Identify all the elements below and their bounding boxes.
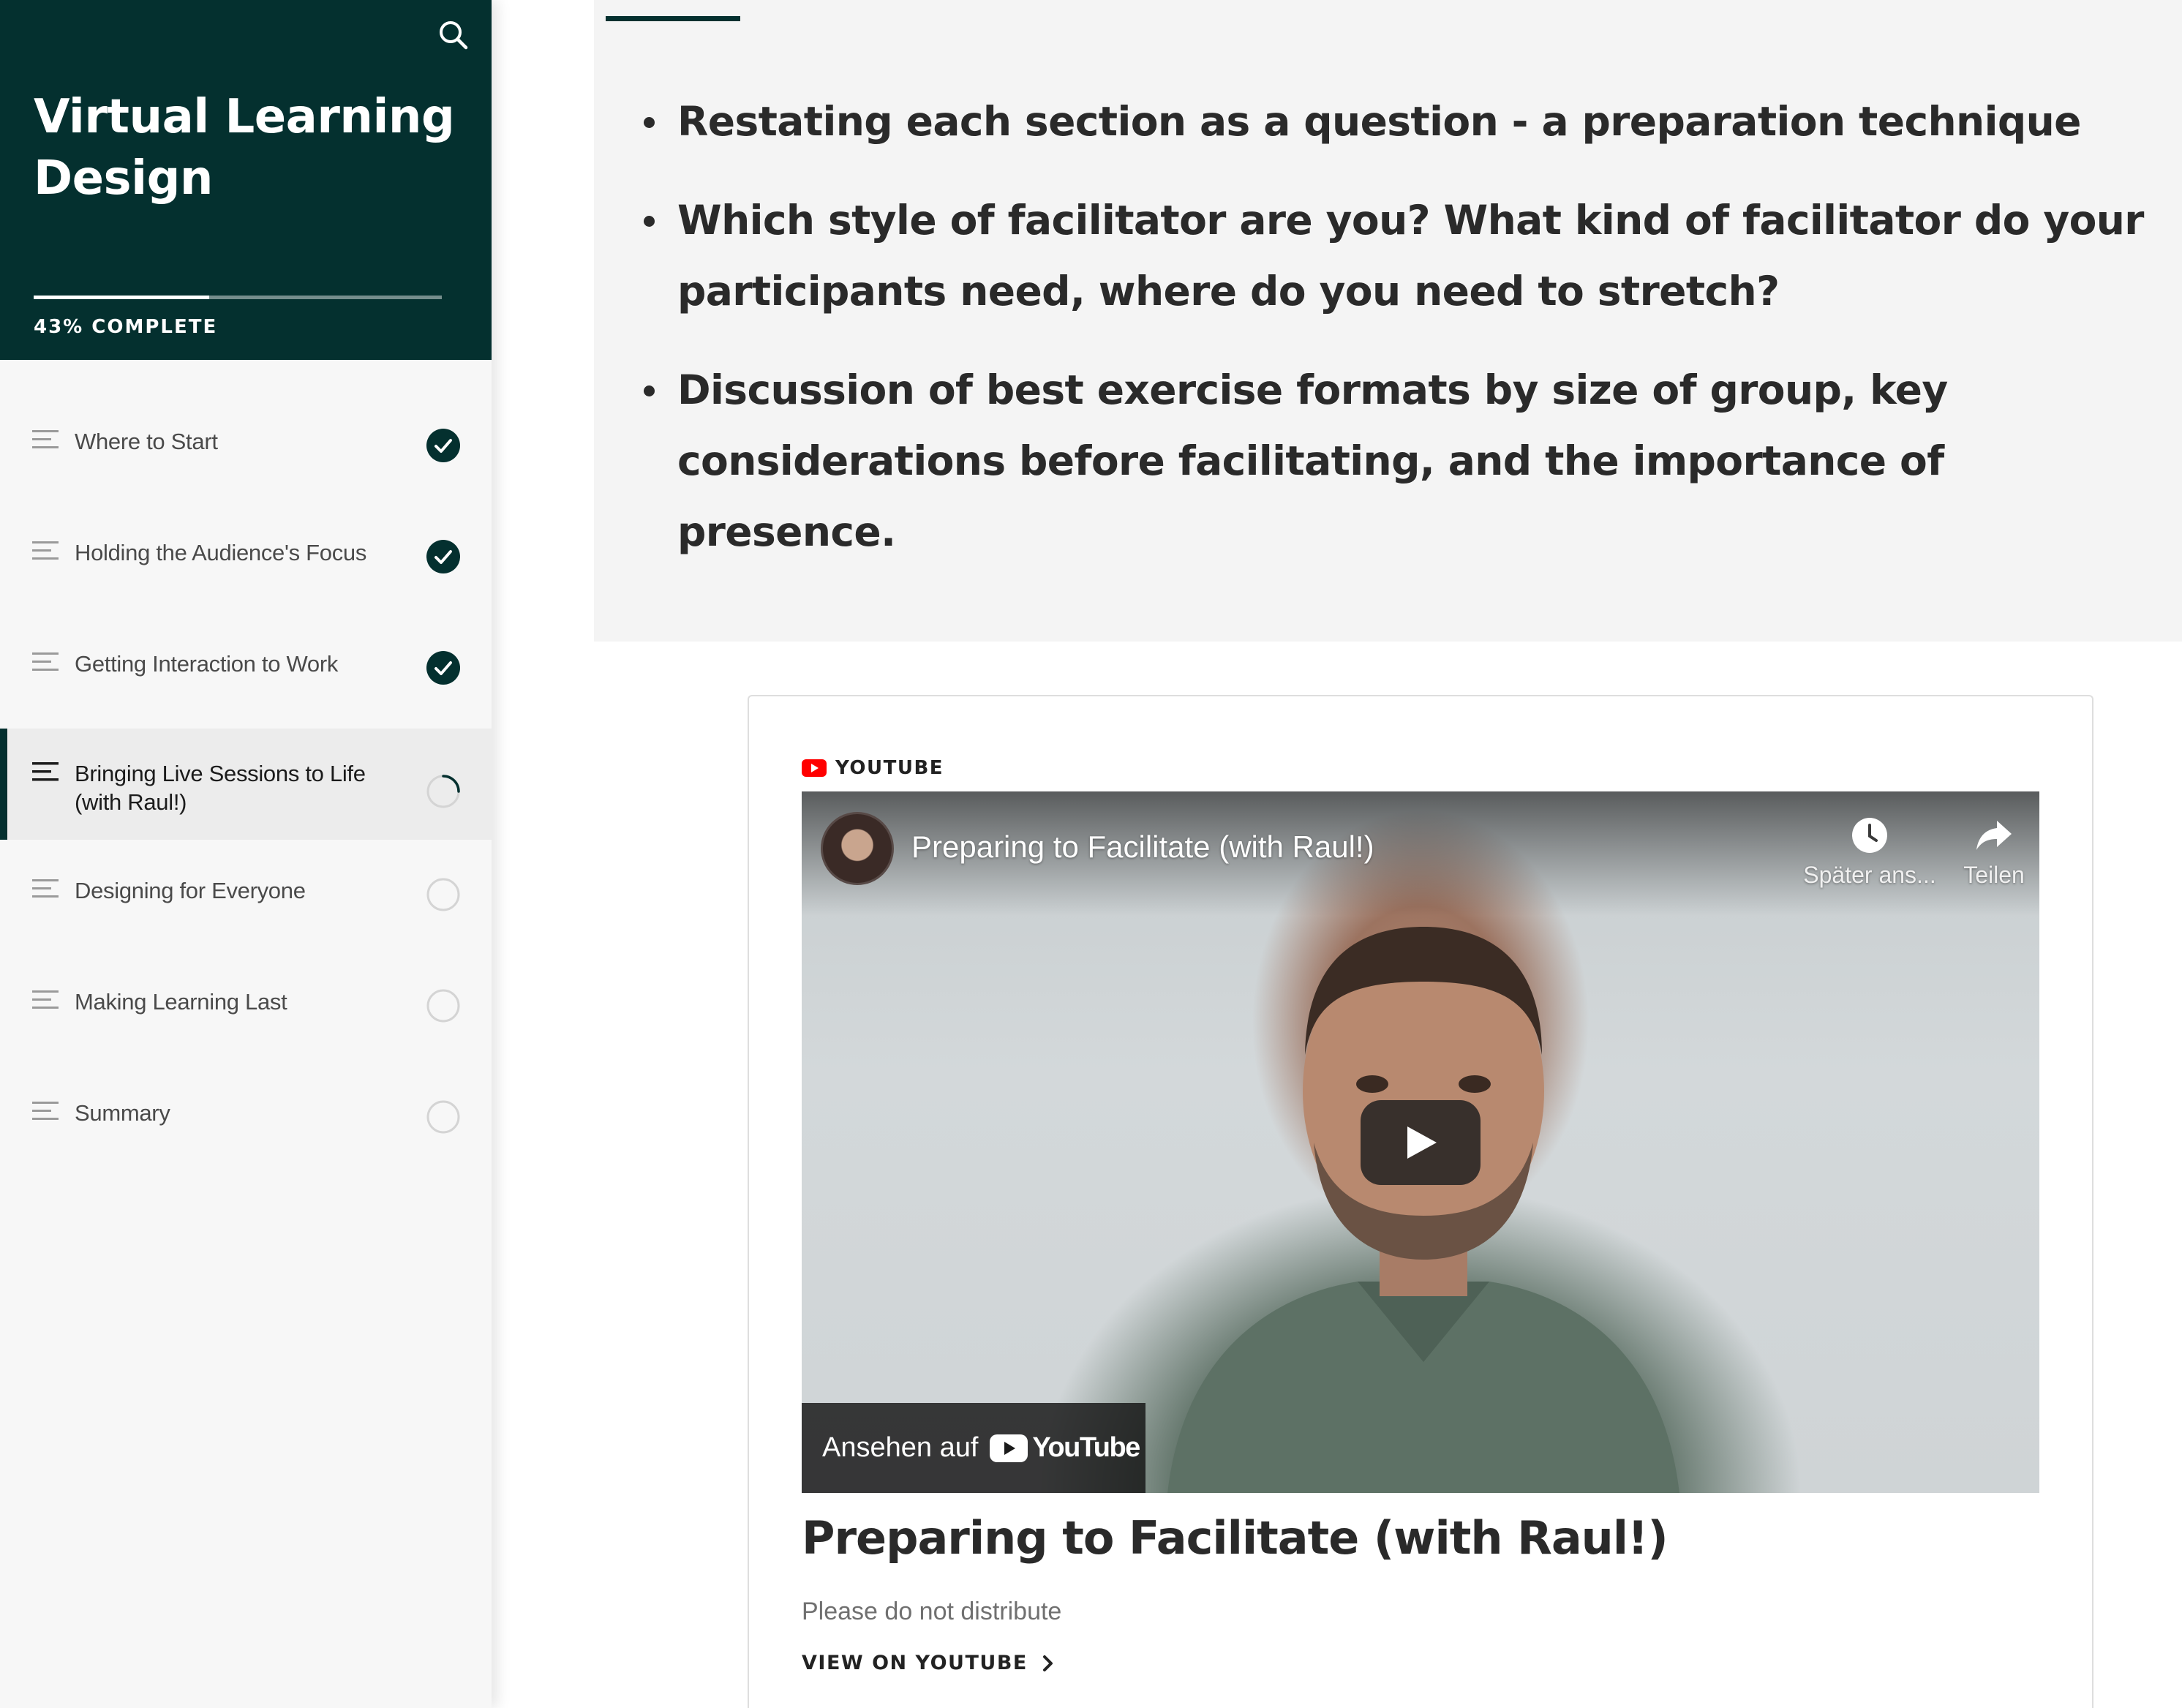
lines-icon [32, 1102, 59, 1120]
youtube-embed-card: YOUTUBE Preparing to Facilitate (with Ra… [748, 695, 2093, 1708]
course-progress-bar [34, 296, 442, 299]
watch-later-label: Später ans... [1803, 862, 1936, 888]
channel-avatar[interactable] [821, 812, 894, 885]
lines-icon [32, 652, 59, 671]
clock-icon [1852, 818, 1887, 853]
sidebar-item-label: Bringing Live Sessions to Life (with Rau… [75, 761, 366, 815]
embed-description: Please do not distribute [802, 1598, 1062, 1625]
provider-label: YOUTUBE [835, 757, 944, 779]
empty-circle-icon [426, 1100, 460, 1134]
play-icon [1361, 1100, 1481, 1185]
lesson-content: Restating each section as a question - a… [492, 0, 2182, 1708]
youtube-play-logo-icon [990, 1434, 1028, 1462]
lines-icon [32, 541, 59, 560]
youtube-icon [802, 759, 827, 777]
check-circle-icon [426, 651, 460, 685]
watch-later-button[interactable]: Später ans... [1797, 815, 1943, 903]
sidebar-item-label: Designing for Everyone [75, 878, 306, 903]
chevron-right-icon [1042, 1655, 1053, 1671]
sidebar-item-label: Holding the Audience's Focus [75, 540, 367, 565]
watch-on-label: Ansehen auf [822, 1432, 979, 1463]
accent-divider [606, 16, 740, 21]
view-on-youtube-link[interactable]: VIEW ON YOUTUBE [802, 1652, 1056, 1674]
bullet-list: Restating each section as a question - a… [638, 86, 2145, 595]
search-icon [440, 21, 468, 50]
share-button[interactable]: Teilen [1943, 815, 2039, 903]
bullet-item: Discussion of best exercise formats by s… [638, 355, 2145, 568]
course-progress-fill [34, 296, 209, 299]
course-title: Virtual Learning Design [34, 90, 455, 206]
share-arrow-icon [1976, 821, 2012, 850]
embed-title: Preparing to Facilitate (with Raul!) [802, 1511, 1669, 1565]
empty-circle-icon [426, 989, 460, 1023]
youtube-logo-text: YouTube [1032, 1432, 1140, 1463]
course-progress-label: 43% COMPLETE [34, 316, 218, 338]
sidebar-item-label: Getting Interaction to Work [75, 651, 339, 677]
lesson-text-block: Restating each section as a question - a… [594, 0, 2182, 642]
provider-tag: YOUTUBE [802, 756, 944, 780]
check-circle-icon [426, 429, 460, 462]
sidebar-header: Virtual Learning Design 43% COMPLETE [0, 0, 492, 360]
sidebar-item-bringing-live-sessions[interactable]: Bringing Live Sessions to Life (with Rau… [0, 729, 492, 840]
lines-icon [32, 762, 59, 781]
lines-icon [32, 879, 59, 898]
bullet-item: Restating each section as a question - a… [638, 86, 2145, 157]
bullet-item: Which style of facilitator are you? What… [638, 185, 2145, 327]
youtube-logo: YouTube [990, 1432, 1140, 1464]
sidebar-item-label: Making Learning Last [75, 989, 287, 1015]
sidebar-item-label: Summary [75, 1100, 170, 1126]
sidebar-item-designing-for-everyone[interactable]: Designing for Everyone [0, 840, 492, 951]
sidebar-item-summary[interactable]: Summary [0, 1062, 492, 1173]
video-title[interactable]: Preparing to Facilitate (with Raul!) [911, 829, 1374, 865]
share-label: Teilen [1963, 862, 2025, 888]
empty-circle-icon [426, 878, 460, 911]
video-player[interactable]: Preparing to Facilitate (with Raul!) Spä… [802, 791, 2039, 1493]
sidebar-item-holding-audience-focus[interactable]: Holding the Audience's Focus [0, 502, 492, 613]
play-button[interactable] [1361, 1100, 1481, 1185]
search-button[interactable] [434, 16, 473, 54]
watch-on-youtube-button[interactable]: Ansehen auf YouTube [802, 1403, 1145, 1493]
sidebar-item-making-learning-last[interactable]: Making Learning Last [0, 951, 492, 1062]
course-sidebar: Virtual Learning Design 43% COMPLETE Whe… [0, 0, 492, 1708]
check-circle-icon [426, 540, 460, 573]
sidebar-item-where-to-start[interactable]: Where to Start [0, 391, 492, 502]
lines-icon [32, 430, 59, 448]
sidebar-item-getting-interaction[interactable]: Getting Interaction to Work [0, 613, 492, 724]
sidebar-item-label: Where to Start [75, 429, 218, 454]
view-link-label: VIEW ON YOUTUBE [802, 1652, 1028, 1674]
lines-icon [32, 990, 59, 1009]
progress-ring-icon [426, 775, 460, 808]
